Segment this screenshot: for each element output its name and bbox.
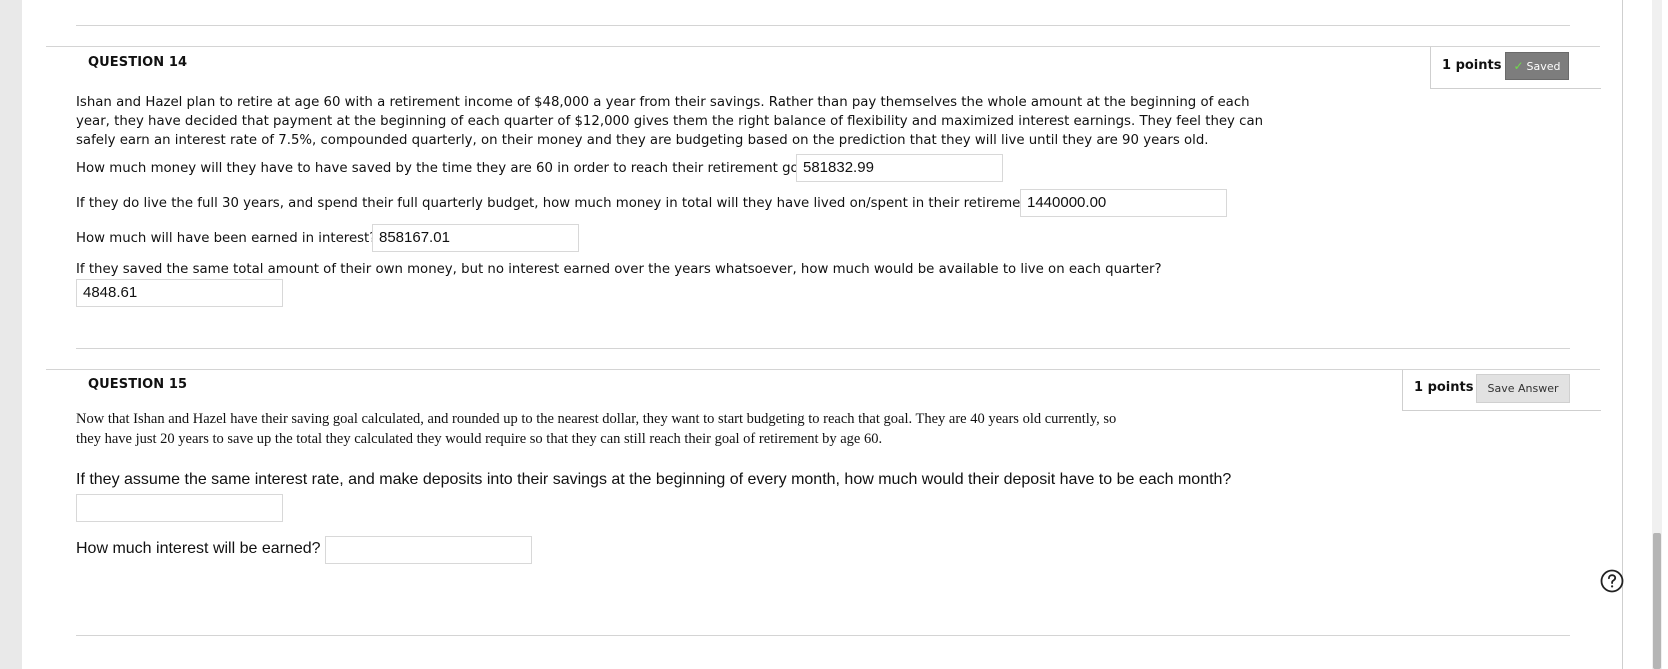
part-a-answer-input[interactable]: 581832.99	[796, 154, 1003, 182]
part-b-prompt: How much interest will be earned?	[76, 540, 321, 557]
question-intro: Ishan and Hazel plan to retire at age 60…	[76, 93, 1263, 150]
divider	[76, 348, 1570, 349]
saved-button[interactable]: ✓ Saved	[1505, 52, 1569, 80]
question-title: QUESTION 15	[88, 377, 188, 392]
checkmark-icon: ✓	[1513, 59, 1524, 73]
points-label: 1 points	[1414, 380, 1474, 395]
part-b-answer-input[interactable]	[325, 536, 532, 564]
scrollbar-thumb[interactable]	[1653, 533, 1661, 669]
part-c-answer-input[interactable]: 858167.01	[372, 224, 579, 252]
part-d-answer-input[interactable]: 4848.61	[76, 279, 283, 307]
intro-line: Ishan and Hazel plan to retire at age 60…	[76, 95, 1250, 110]
question-intro: Now that Ishan and Hazel have their savi…	[76, 409, 1116, 449]
saved-label: Saved	[1526, 59, 1561, 73]
part-a-prompt: How much money will they have to have sa…	[76, 161, 818, 176]
intro-line: they have just 20 years to save up the t…	[76, 431, 883, 447]
part-d-prompt: If they saved the same total amount of t…	[76, 262, 1162, 277]
question-14-top-border	[46, 46, 1600, 47]
save-answer-button[interactable]: Save Answer	[1476, 374, 1570, 403]
part-c-prompt: How much will have been earned in intere…	[76, 231, 377, 246]
intro-line: Now that Ishan and Hazel have their savi…	[76, 411, 1117, 427]
part-a-answer-input[interactable]	[76, 494, 283, 522]
part-b-answer-input[interactable]: 1440000.00	[1020, 189, 1227, 217]
divider	[76, 25, 1570, 26]
left-margin	[0, 0, 22, 669]
divider	[76, 635, 1570, 636]
points-label: 1 points	[1442, 58, 1502, 73]
intro-line: year, they have decided that payment at …	[76, 114, 1264, 129]
help-circle-icon[interactable]	[1600, 569, 1624, 593]
part-b-prompt: If they do live the full 30 years, and s…	[76, 196, 1042, 211]
question-15-top-border	[46, 369, 1600, 370]
question-title: QUESTION 14	[88, 55, 188, 70]
intro-line: safely earn an interest rate of 7.5%, co…	[76, 133, 1209, 148]
part-a-prompt: If they assume the same interest rate, a…	[76, 471, 1232, 488]
